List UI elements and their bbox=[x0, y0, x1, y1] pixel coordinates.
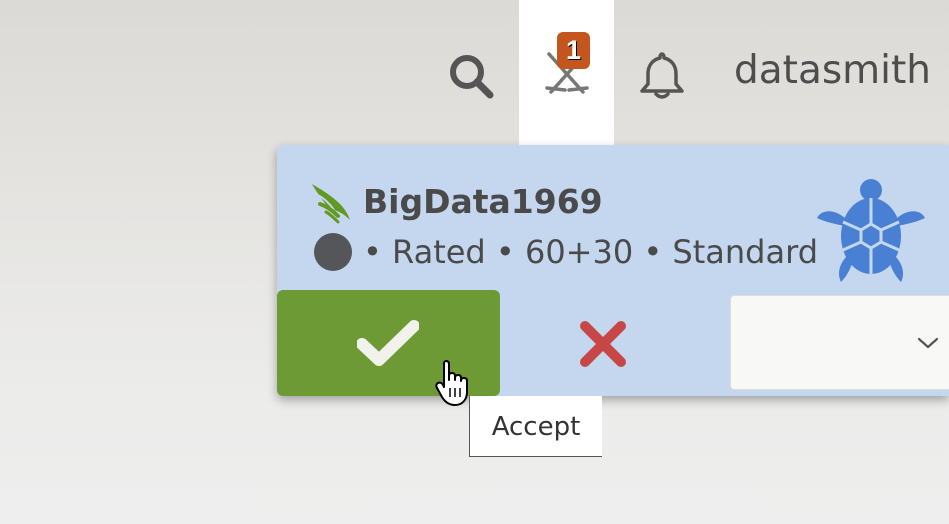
game-info-text: • Rated • 60+30 • Standard bbox=[363, 233, 818, 271]
accept-tooltip: Accept bbox=[469, 396, 602, 457]
decline-button[interactable] bbox=[577, 318, 629, 370]
x-mark-icon bbox=[580, 321, 626, 367]
notifications-button[interactable] bbox=[636, 49, 688, 101]
search-icon bbox=[450, 55, 494, 99]
chevron-down-icon bbox=[917, 337, 939, 349]
lichess-logo-icon bbox=[312, 184, 350, 224]
accept-button[interactable] bbox=[277, 290, 500, 396]
search-button[interactable] bbox=[445, 50, 499, 104]
random-color-circle-icon bbox=[314, 233, 352, 271]
opponent-name-link[interactable]: BigData1969 bbox=[363, 180, 603, 224]
bell-icon bbox=[640, 52, 684, 99]
turtle-correspondence-icon bbox=[817, 179, 925, 282]
challenge-card: BigData1969 • Rated • 60+30 • Standard bbox=[277, 145, 949, 396]
challenge-count-badge: 1 bbox=[557, 32, 590, 69]
decline-reason-select[interactable] bbox=[730, 295, 949, 390]
user-menu-button[interactable]: datasmith bbox=[734, 46, 931, 96]
challenges-button[interactable]: 1 bbox=[519, 0, 614, 146]
checkmark-icon bbox=[357, 320, 419, 366]
